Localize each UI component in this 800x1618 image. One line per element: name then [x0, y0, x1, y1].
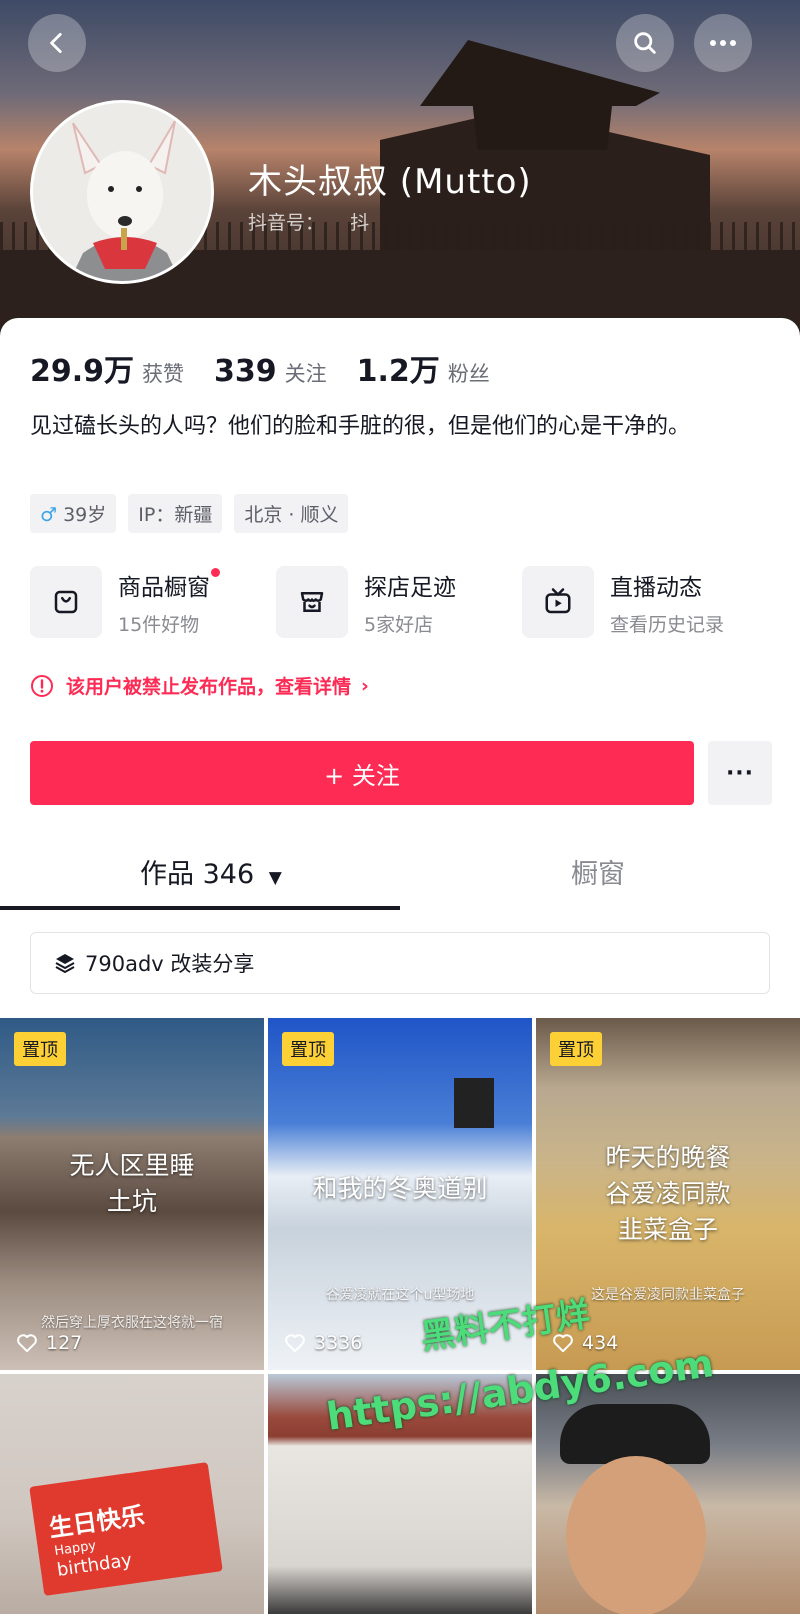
pinned-badge: 置顶: [14, 1032, 66, 1066]
stats-row: 29.9万 获赞 339 关注 1.2万 粉丝: [30, 346, 520, 390]
tab-works[interactable]: 作品 346 ▼: [140, 852, 282, 891]
following-count[interactable]: 339: [214, 354, 277, 389]
warning-circle-icon: [31, 674, 53, 697]
face-shape: [566, 1456, 706, 1614]
birthday-card-title: 生日快乐: [47, 1501, 147, 1543]
scoreboard-shape: [454, 1078, 494, 1128]
followers-count[interactable]: 1.2万: [357, 346, 440, 390]
search-button[interactable]: [616, 14, 674, 72]
pinned-badge: 置顶: [550, 1032, 602, 1066]
video-caption: 和我的冬奥道别: [312, 1174, 488, 1203]
back-button[interactable]: [28, 14, 86, 72]
birthday-card: 生日快乐 Happy birthday: [29, 1462, 223, 1596]
active-tab-indicator: [0, 906, 400, 910]
video-caption: 昨天的晚餐 谷爱凌同款 韭菜盒子: [605, 1143, 731, 1244]
following-label[interactable]: 关注: [285, 358, 327, 388]
feature-title: 商品橱窗: [118, 567, 220, 602]
ip-tag: IP：新疆: [128, 494, 223, 533]
feature-shop-window[interactable]: 商品橱窗 15件好物: [30, 566, 220, 638]
collection-card[interactable]: 790adv 改装分享: [30, 932, 770, 994]
feature-title: 直播动态: [610, 574, 702, 601]
tag-row: ♂ 39岁 IP：新疆 北京 · 顺义: [30, 494, 349, 533]
cap-shape: [560, 1404, 710, 1464]
avatar[interactable]: [30, 100, 214, 284]
tab-works-label: 作品 346: [140, 859, 255, 890]
ban-notice-text: 该用户被禁止发布作品，查看详情: [66, 676, 352, 698]
video-thumbnail[interactable]: 置顶 无人区里睡 土坑 然后穿上厚衣服在这将就一宿 127: [0, 1018, 264, 1370]
store-icon: [276, 566, 348, 638]
profile-name: 木头叔叔 (Mutto): [248, 162, 532, 202]
more-actions-button[interactable]: ···: [708, 741, 772, 805]
tv-play-icon: [522, 566, 594, 638]
more-dots-icon: [710, 40, 736, 46]
feature-subtitle: 5家好店: [364, 613, 434, 636]
douyin-id-value: 抖: [350, 212, 370, 234]
collection-label: 790adv 改装分享: [85, 952, 255, 976]
tab-showcase[interactable]: 橱窗: [571, 852, 625, 891]
bag-icon: [30, 566, 102, 638]
video-subcaption: 然后穿上厚衣服在这将就一宿: [41, 1315, 223, 1331]
feature-title: 探店足迹: [364, 574, 456, 601]
like-count: 127: [16, 1332, 82, 1354]
likes-label: 获赞: [142, 362, 185, 386]
male-icon: ♂: [40, 504, 58, 526]
followers-label[interactable]: 粉丝: [448, 358, 490, 388]
age-tag: ♂ 39岁: [30, 494, 117, 533]
douyin-id: 抖音号： 抖: [248, 208, 369, 235]
caret-down-icon: ▼: [268, 868, 282, 888]
heart-icon: [285, 1334, 305, 1353]
location-tag: 北京 · 顺义: [234, 494, 349, 533]
chevron-left-icon: [50, 32, 62, 54]
notification-dot: [211, 567, 220, 577]
dog-avatar-illustration: [33, 103, 211, 281]
like-count: 3336: [284, 1332, 362, 1354]
likes-count: 29.9万: [30, 354, 135, 389]
heart-icon: [17, 1334, 37, 1353]
ban-notice-link[interactable]: 该用户被禁止发布作品，查看详情 ›: [30, 672, 369, 699]
follow-button[interactable]: + 关注: [30, 741, 694, 805]
feature-live-history[interactable]: 直播动态 查看历史记录: [522, 566, 724, 638]
bio-text: 见过磕长头的人吗？他们的脸和手脏的很，但是他们的心是干净的。: [30, 414, 691, 439]
video-thumbnail[interactable]: 生日快乐 Happy birthday: [0, 1374, 264, 1614]
feature-subtitle: 15件好物: [118, 613, 200, 636]
layers-icon: [55, 954, 75, 973]
feature-subtitle: 查看历史记录: [610, 613, 725, 636]
douyin-id-label: 抖音号：: [248, 212, 325, 234]
search-icon: [634, 32, 656, 54]
more-options-button[interactable]: [694, 14, 752, 72]
chevron-right-icon: ›: [361, 674, 369, 697]
more-dots-icon: ···: [725, 760, 755, 786]
video-caption: 无人区里睡 土坑: [69, 1151, 195, 1216]
pinned-badge: 置顶: [282, 1032, 334, 1066]
video-thumbnail[interactable]: [536, 1374, 800, 1614]
age-text: 39岁: [63, 504, 107, 526]
feature-store-visits[interactable]: 探店足迹 5家好店: [276, 566, 456, 638]
